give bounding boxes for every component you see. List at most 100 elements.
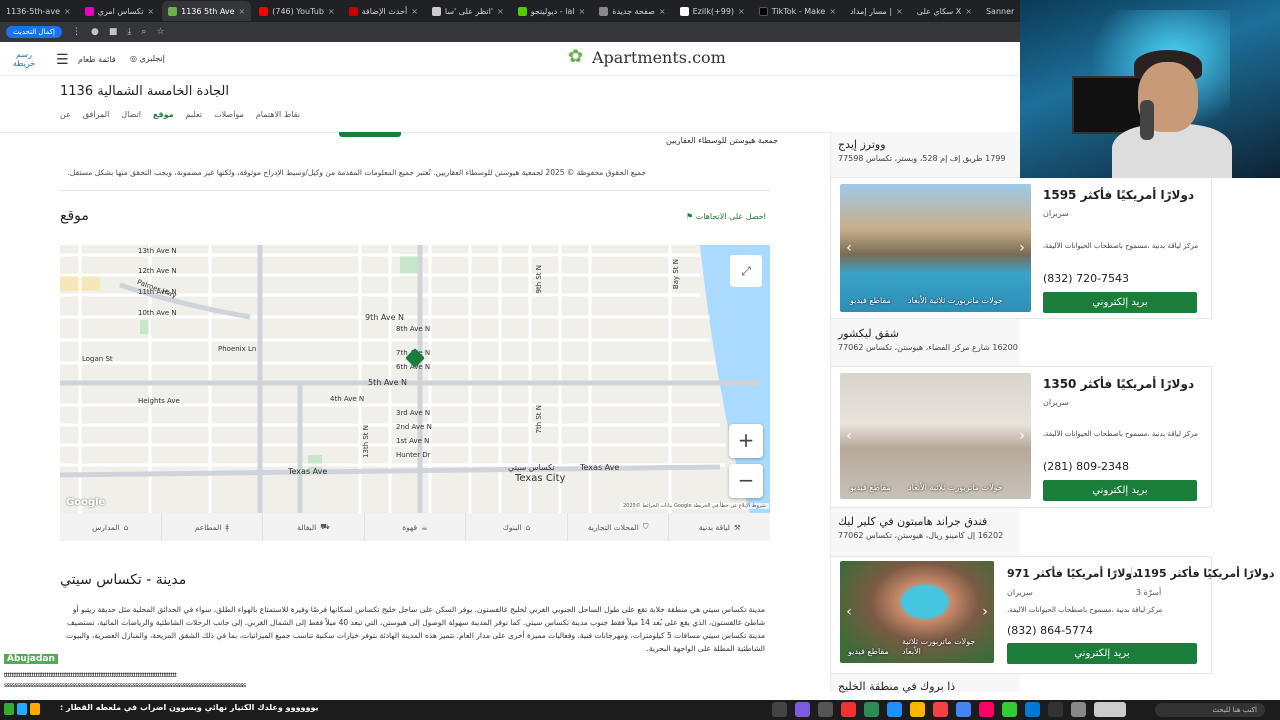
close-icon[interactable]: × [328, 7, 335, 16]
close-icon[interactable]: × [497, 7, 504, 16]
tab-texas[interactable]: تكساس امري × [79, 1, 160, 21]
chevron-right-icon[interactable]: › [1015, 241, 1029, 255]
close-icon[interactable]: × [579, 7, 586, 16]
taskbar-app-icon[interactable] [1002, 702, 1017, 717]
email-button[interactable]: بريد إلكتروني [1007, 643, 1197, 664]
listing-phone[interactable]: (832) 864-5774 [1007, 624, 1093, 637]
amenity-schools[interactable]: ⌂ المدارس [60, 513, 161, 541]
app-icon[interactable] [4, 703, 14, 715]
chevron-right-icon[interactable]: › [978, 605, 992, 619]
listing-photo[interactable]: ‹ › جولات ماتربورت ثلاثية الأبعاد مقاطع … [840, 373, 1031, 499]
close-icon[interactable]: × [239, 7, 246, 16]
listing-name[interactable]: فندق جراند هامبتون في كلير ليك [838, 515, 1212, 528]
tab-1136-5th[interactable]: 1136-5th-ave × [0, 1, 77, 21]
chevron-right-icon[interactable]: › [1015, 429, 1029, 443]
tab-education[interactable]: تعليم [186, 110, 202, 119]
map-attribution[interactable]: بيانات الخرائط ©2025 Google شروط الإبلاغ… [620, 503, 769, 509]
bookmark-star-icon[interactable]: ☆ [156, 27, 164, 37]
taskbar-app-icon[interactable] [933, 702, 948, 717]
tab-amenities[interactable]: المرافق [83, 110, 109, 119]
tab-watch[interactable]: اتظر على 'سا' × [426, 1, 510, 21]
fullscreen-icon[interactable]: ⤢ [730, 255, 762, 287]
extension-icon[interactable]: ■ [109, 27, 118, 37]
tab-1136-5th-ave[interactable]: 1136 5th Ave × [162, 1, 252, 21]
listing-photo[interactable]: ‹ › جولات ماتربورت ثلاثية الأبعاد مقاطع … [840, 561, 994, 663]
update-button[interactable]: إكمال التحديث [6, 26, 62, 38]
taskbar-app-icon[interactable] [1025, 702, 1040, 717]
taskbar-app-icon[interactable] [772, 702, 787, 717]
listing-card[interactable]: ‹ › جولات ماتربورت ثلاثية الأبعاد مقاطع … [830, 177, 1212, 319]
tab-contact[interactable]: اتصال [121, 110, 141, 119]
taskbar-app-icon[interactable] [841, 702, 856, 717]
download-icon[interactable]: ⤓ [127, 27, 131, 37]
close-icon[interactable]: × [659, 7, 666, 16]
site-logo[interactable]: ✿ Apartments.com [568, 47, 726, 67]
chevron-left-icon[interactable]: ‹ [842, 429, 856, 443]
tab-about[interactable]: عن [60, 110, 71, 119]
close-icon[interactable]: × [411, 7, 418, 16]
close-icon[interactable]: × [896, 7, 903, 16]
close-icon[interactable]: × [738, 7, 745, 16]
listing-header[interactable]: شقق ليكشور 16200 شارع مركز الفضاء، هيوست… [838, 327, 1212, 352]
app-icon[interactable] [17, 703, 27, 715]
listing-card[interactable]: ‹ › جولات ماتربورت ثلاثية الأبعاد مقاطع … [830, 366, 1212, 508]
hamburger-icon[interactable]: ☰ [56, 52, 69, 68]
email-button[interactable]: بريد إلكتروني [1043, 480, 1197, 501]
taskbar-app-icon[interactable] [979, 702, 994, 717]
menu-dots-icon[interactable]: ⋮ [72, 27, 81, 37]
zoom-in-button[interactable]: + [729, 424, 763, 458]
chevron-left-icon[interactable]: ‹ [842, 241, 856, 255]
listing-card[interactable]: ‹ › جولات ماتربورت ثلاثية الأبعاد مقاطع … [830, 556, 1275, 674]
taskbar-app-icon[interactable] [864, 702, 879, 717]
listing-name[interactable]: شقق ليكشور [838, 327, 1212, 340]
listing-name[interactable]: ذا بروك في منطقة الخليج [838, 680, 955, 693]
tab-points-of-interest[interactable]: نقاط الاهتمام [256, 110, 300, 119]
tab-location[interactable]: موقع [153, 110, 174, 119]
close-icon[interactable]: × [64, 7, 71, 16]
search-icon[interactable]: ⌕ [141, 27, 146, 37]
close-icon[interactable]: × [147, 7, 154, 16]
amenity-banks[interactable]: ⌂ البنوك [465, 513, 567, 541]
tab-ezilk[interactable]: Ezilk(+99) × [674, 1, 751, 21]
tab-sky-x[interactable]: سكاي على X × [911, 1, 978, 21]
amenity-coffee[interactable]: ☕ قهوة [363, 513, 466, 541]
location-map[interactable]: 13th Ave N 12th Ave N 11th Ave N 10th Av… [60, 245, 770, 513]
taskbar-app-icon[interactable] [887, 702, 902, 717]
taskbar-app-icon[interactable] [795, 702, 810, 717]
amenity-shops[interactable]: ⛉ المحلات التجارية [566, 513, 669, 541]
amenity-fitness[interactable]: ⚒ لياقة بدنية [668, 513, 770, 541]
taskbar-app-icon[interactable] [910, 702, 925, 717]
taskbar-app-icon[interactable] [818, 702, 833, 717]
language-selector[interactable]: ◎ إنجليزي [130, 54, 165, 63]
tab-latest[interactable]: أحدث الإضافة × [343, 1, 424, 21]
tab-duolingo[interactable]: ديوليتجو - lal × [512, 1, 592, 21]
get-directions-link[interactable]: ⚑ احصل على الاتجاهات [686, 212, 766, 221]
tab-youtube[interactable]: (746) YouTub × [253, 1, 340, 21]
tab-new[interactable]: صفحة جديدة × [593, 1, 671, 21]
listing-header[interactable]: فندق جراند هامبتون في كلير ليك 16202 إل … [838, 515, 1212, 540]
map-menu-button[interactable]: رسم خريطة [4, 50, 44, 68]
close-icon[interactable]: × [829, 7, 836, 16]
tab-supply[interactable]: مسار إمداد | × [844, 1, 909, 21]
close-icon[interactable]: × [965, 7, 972, 16]
listing-photo[interactable]: ‹ › جولات ماتربورت ثلاثية الأبعاد مقاطع … [840, 184, 1031, 312]
amenity-restaurants[interactable]: ǂ المطاعم [160, 513, 263, 541]
app-icon[interactable] [30, 703, 40, 715]
profile-icon[interactable]: ● [91, 27, 99, 37]
email-button[interactable]: بريد إلكتروني [1043, 292, 1197, 313]
favicon-icon [168, 6, 178, 16]
menu-label[interactable]: قائمة طعام [78, 55, 116, 64]
listing-phone[interactable]: (832) 720-7543 [1043, 272, 1129, 285]
tab-tiktok[interactable]: TikTok - Make × [753, 1, 842, 21]
taskbar-search-input[interactable]: اكتب هنا للبحث [1155, 703, 1265, 717]
amenity-grocery[interactable]: ⛟ البقالة [262, 513, 364, 541]
taskbar-widget[interactable] [1094, 702, 1126, 717]
chrome-icon[interactable] [956, 702, 971, 717]
taskbar-app-icon[interactable] [1048, 702, 1063, 717]
tab-transportation[interactable]: مواصلات [214, 110, 244, 119]
contact-button[interactable] [339, 132, 401, 137]
zoom-out-button[interactable]: − [729, 464, 763, 498]
listing-phone[interactable]: (281) 809-2348 [1043, 460, 1129, 473]
chevron-left-icon[interactable]: ‹ [842, 605, 856, 619]
taskbar-app-icon[interactable] [1071, 702, 1086, 717]
